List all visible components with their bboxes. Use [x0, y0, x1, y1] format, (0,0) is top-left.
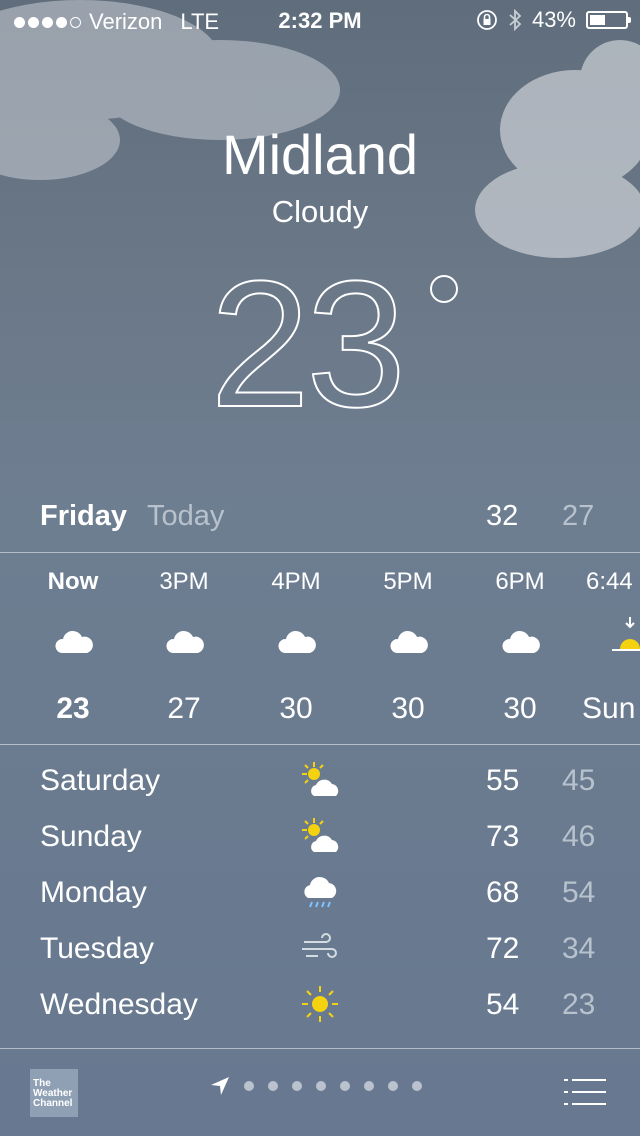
- page-dot: [340, 1081, 350, 1091]
- today-day: Friday: [40, 500, 128, 532]
- divider: [0, 744, 640, 745]
- hourly-item: Now 23: [18, 565, 128, 735]
- rain-icon: [304, 876, 337, 908]
- page-dot: [268, 1081, 278, 1091]
- daily-high: 54: [486, 988, 520, 1021]
- hour-temp: 23: [56, 692, 90, 725]
- hour-label: Now: [47, 568, 99, 595]
- daily-high: 55: [486, 764, 520, 797]
- daily-row: Monday 68 54: [0, 876, 640, 932]
- today-high: 32: [486, 500, 519, 532]
- footer-bar: The Weather Channel: [0, 1049, 640, 1136]
- today-low: 27: [562, 500, 595, 532]
- battery-icon: [586, 11, 631, 29]
- daily-day: Wednesday: [40, 988, 198, 1021]
- hourly-item: 6PM 30: [465, 565, 575, 735]
- location-arrow-icon: [211, 1077, 229, 1095]
- hour-label: 3PM: [159, 568, 209, 595]
- daily-low: 45: [562, 764, 596, 797]
- hour-temp: 30: [391, 692, 425, 725]
- hourly-item: 4PM 30: [241, 565, 351, 735]
- page-dot: [244, 1081, 254, 1091]
- status-right: 43%: [476, 7, 631, 33]
- daily-low: 23: [562, 988, 596, 1021]
- hour-label: 5PM: [383, 568, 433, 595]
- hour-temp: 30: [503, 692, 537, 725]
- daily-low: 46: [562, 820, 596, 853]
- city-name: Midland: [221, 123, 419, 186]
- daily-day: Sunday: [40, 820, 142, 853]
- page-dot: [292, 1081, 302, 1091]
- sun-icon: [302, 986, 338, 1022]
- sunset-icon: [612, 617, 640, 651]
- cloud-icon: [278, 630, 316, 653]
- partly-cloudy-icon: [302, 762, 339, 796]
- hour-label: 4PM: [271, 568, 321, 595]
- cloud-icon: [502, 630, 540, 653]
- daily-row: Wednesday 54 23: [0, 986, 640, 1044]
- hourly-item: 3PM 27: [129, 565, 239, 735]
- today-label: Today: [147, 500, 225, 532]
- battery-percent: 43%: [531, 7, 576, 32]
- daily-low: 34: [562, 932, 596, 965]
- divider: [0, 552, 640, 553]
- hourly-item: 6:44 Sun: [570, 565, 640, 735]
- page-dot: [316, 1081, 326, 1091]
- daily-high: 73: [486, 820, 520, 853]
- list-view-button[interactable]: [562, 1077, 608, 1107]
- cloud-icon: [166, 630, 204, 653]
- daily-high: 72: [486, 932, 520, 965]
- daily-day: Tuesday: [40, 932, 154, 965]
- hour-label: 6PM: [495, 568, 545, 595]
- daily-high: 68: [486, 876, 520, 909]
- weather-channel-logo[interactable]: The Weather Channel: [30, 1069, 78, 1117]
- page-indicator[interactable]: [210, 1076, 422, 1096]
- hour-label: 6:44: [586, 568, 633, 595]
- daily-day: Monday: [40, 876, 147, 909]
- today-summary: Friday Today 32 27: [0, 496, 640, 542]
- rotation-lock-icon: [477, 10, 497, 30]
- cloud-icon: [55, 630, 93, 653]
- battery-level: [590, 15, 605, 25]
- daily-row: Saturday 55 45: [0, 762, 640, 820]
- hour-temp: 27: [167, 692, 201, 725]
- daily-row: Tuesday 72 34: [0, 932, 640, 988]
- cloud-icon: [390, 630, 428, 653]
- page-dot: [412, 1081, 422, 1091]
- page-dot: [388, 1081, 398, 1091]
- degree-symbol: [430, 275, 458, 303]
- page-dot: [364, 1081, 374, 1091]
- current-temperature: 23: [209, 244, 407, 445]
- daily-day: Saturday: [40, 764, 161, 797]
- hourly-item: 5PM 30: [353, 565, 463, 735]
- daily-low: 54: [562, 876, 596, 909]
- status-bar: Verizon LTE 2:32 PM 43%: [0, 0, 640, 40]
- bluetooth-icon: [509, 9, 522, 31]
- daily-row: Sunday 73 46: [0, 818, 640, 876]
- hour-temp: 30: [279, 692, 313, 725]
- hour-temp: Sun: [582, 692, 636, 725]
- weather-condition: Cloudy: [271, 194, 369, 229]
- wind-icon: [302, 933, 337, 958]
- partly-cloudy-icon: [302, 818, 339, 852]
